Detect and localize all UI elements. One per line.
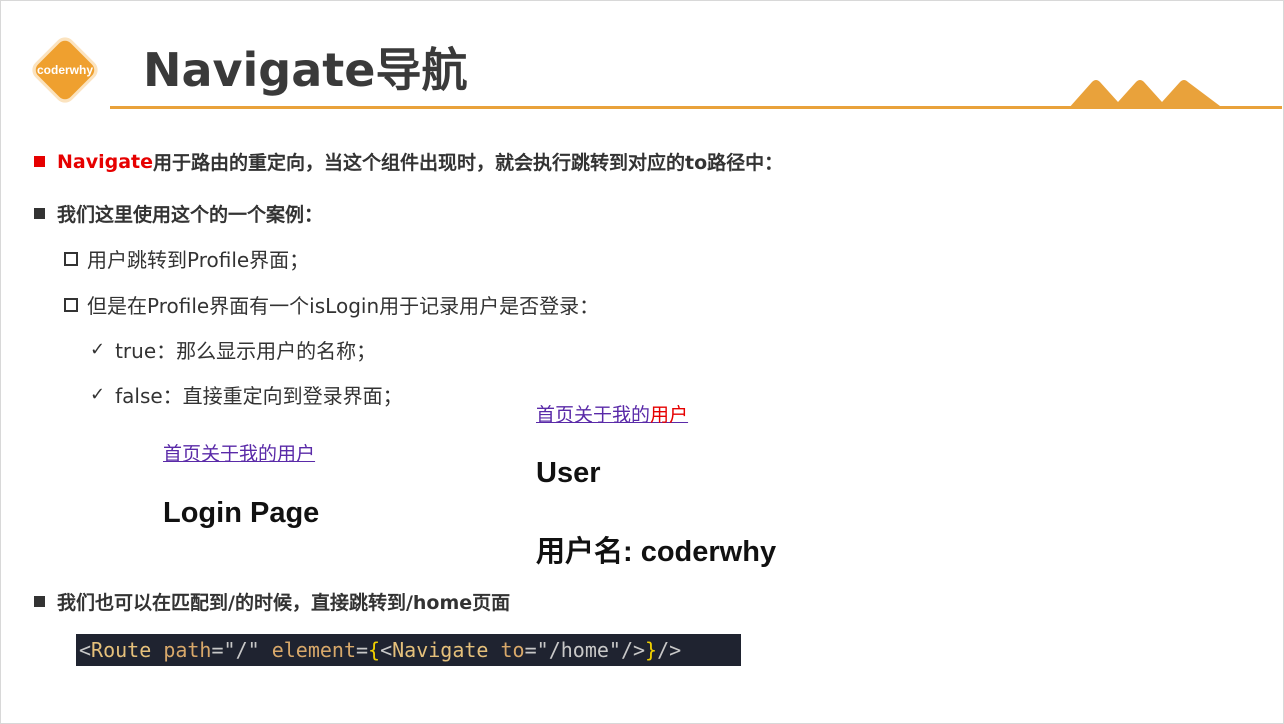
check-item-text: false：直接重定向到登录界面； [115,384,403,408]
code-snippet: <Route path="/" element={<Navigate to="/… [76,634,741,666]
hollow-square-bullet-icon [64,297,78,312]
check-item: ✓ true：那么显示用户的名称； [90,335,376,364]
nav-link-about[interactable]: 关于 [201,443,239,465]
nav-link-user-active[interactable]: 用户 [650,404,688,426]
bullet-example: 我们这里使用这个的一个案例： [34,200,323,227]
checkmark-icon: ✓ [90,339,106,360]
red-square-bullet-icon [34,156,45,167]
page-title: Navigate导航 [143,43,468,97]
bullet-home-redirect: 我们也可以在匹配到/的时候，直接跳转到/home页面 [34,588,510,615]
nav-link-user[interactable]: 用户 [277,443,315,465]
username-text: 用户名: coderwhy [536,536,777,568]
bullet-text: 我们也可以在匹配到/的时候，直接跳转到/home页面 [57,592,511,614]
hollow-square-bullet-icon [64,251,78,266]
check-item: ✓ false：直接重定向到登录界面； [90,380,403,409]
user-heading: User [536,457,601,489]
bullet-text: 我们这里使用这个的一个案例： [57,204,324,226]
nav-link-mine[interactable]: 我的 [239,443,277,465]
demo-left-nav: 首页关于我的用户 [163,439,315,466]
check-item-text: true：那么显示用户的名称； [115,339,377,363]
bullet-navigate: Navigate 用于路由的重定向，当这个组件出现时，就会执行跳转到对应的to路… [34,148,783,175]
nav-link-home[interactable]: 首页 [163,443,201,465]
title-underline [110,106,1282,109]
square-bullet-icon [34,596,45,607]
nav-link-mine[interactable]: 我的 [612,404,650,426]
demo-right-nav: 首页关于我的用户 [536,400,688,427]
sub-item: 但是在Profile界面有一个isLogin用于记录用户是否登录： [64,290,599,319]
checkmark-icon: ✓ [90,384,106,405]
sub-item: 用户跳转到Profile界面； [64,244,309,273]
square-bullet-icon [34,208,45,219]
sub-item-text: 但是在Profile界面有一个isLogin用于记录用户是否登录： [87,294,600,318]
coderwhy-logo: coderwhy [22,27,108,113]
nav-link-home[interactable]: 首页 [536,404,574,426]
login-page-heading: Login Page [163,497,320,529]
nav-link-about[interactable]: 关于 [574,404,612,426]
navigate-highlight: Navigate [57,150,154,173]
logo-text: coderwhy [36,63,93,77]
bullet-text: 用于路由的重定向，当这个组件出现时，就会执行跳转到对应的to路径中： [153,152,784,174]
sub-item-text: 用户跳转到Profile界面； [87,248,310,272]
